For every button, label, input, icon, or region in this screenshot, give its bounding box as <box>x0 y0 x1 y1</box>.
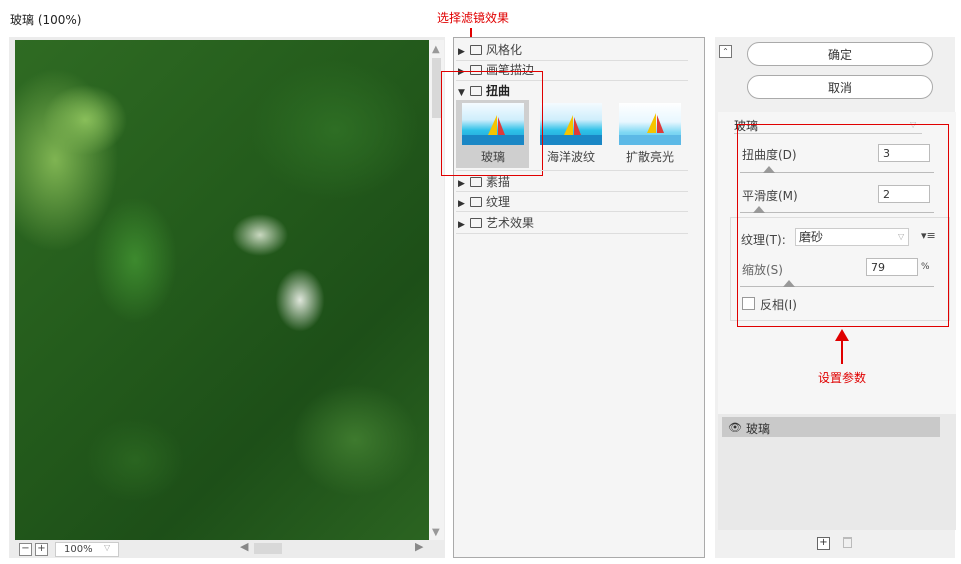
expand-arrow-icon: ▶ <box>458 47 465 57</box>
folder-icon <box>470 45 482 55</box>
folder-icon <box>470 177 482 187</box>
annotation-select-filter: 选择滤镜效果 <box>437 11 510 25</box>
category-sketch[interactable]: ▶ 素描 <box>458 173 510 191</box>
scroll-right-icon[interactable]: ▶ <box>415 540 423 553</box>
thumbnail-label: 海洋波纹 <box>546 150 595 164</box>
annotation-box-filter <box>441 71 543 176</box>
divider <box>456 191 688 192</box>
category-artistic[interactable]: ▶ 艺术效果 <box>458 214 534 232</box>
category-label: 素描 <box>486 175 511 189</box>
chevron-down-icon: ▽ <box>104 543 111 552</box>
collapse-gallery-icon[interactable]: ⌃ <box>719 45 732 58</box>
scroll-down-icon[interactable]: ▼ <box>432 527 440 538</box>
divider <box>456 211 688 212</box>
folder-icon <box>470 197 482 207</box>
annotation-arrow-up <box>841 336 843 364</box>
category-stylize[interactable]: ▶ 风格化 <box>458 41 522 59</box>
preview-image[interactable] <box>15 40 429 540</box>
horizontal-scroll-thumb[interactable] <box>254 543 282 554</box>
trash-icon[interactable] <box>843 537 852 548</box>
category-label: 风格化 <box>486 43 523 57</box>
expand-arrow-icon: ▶ <box>458 179 465 189</box>
cancel-button[interactable]: 取消 <box>747 75 933 99</box>
folder-icon <box>470 218 482 228</box>
scroll-up-icon[interactable]: ▲ <box>432 44 440 55</box>
divider <box>456 170 688 171</box>
vertical-scroll-thumb[interactable] <box>432 58 441 118</box>
zoom-in-button[interactable]: + <box>35 543 48 556</box>
thumbnail-label: 扩散亮光 <box>625 150 674 164</box>
category-texture[interactable]: ▶ 纹理 <box>458 193 510 211</box>
category-label: 纹理 <box>486 195 511 209</box>
zoom-value: 100% <box>64 544 93 555</box>
window-title: 玻璃 (100%) <box>10 13 82 27</box>
zoom-out-button[interactable]: − <box>19 543 32 556</box>
ok-button[interactable]: 确定 <box>747 42 933 66</box>
effect-layer-name: 玻璃 <box>746 422 771 436</box>
annotation-set-params: 设置参数 <box>818 371 867 385</box>
eye-icon[interactable]: 👁 <box>728 421 742 434</box>
expand-arrow-icon: ▶ <box>458 199 465 209</box>
category-label: 艺术效果 <box>486 216 535 230</box>
thumbnail-diffuse-glow[interactable] <box>619 103 681 145</box>
scroll-left-icon[interactable]: ◀ <box>240 540 248 553</box>
new-layer-icon[interactable]: + <box>817 537 830 550</box>
expand-arrow-icon: ▶ <box>458 220 465 230</box>
divider <box>456 233 688 234</box>
annotation-box-params <box>737 124 949 327</box>
thumbnail-ocean-ripple[interactable] <box>540 103 602 145</box>
